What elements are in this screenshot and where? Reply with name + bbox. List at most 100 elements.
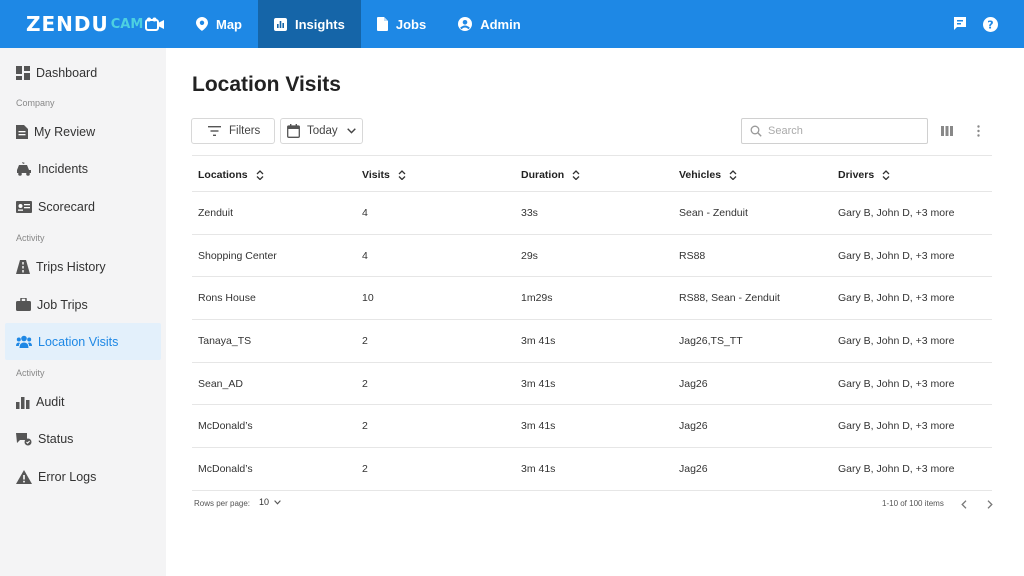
sort-icon (882, 169, 890, 180)
warning-icon (16, 469, 32, 484)
more-options-button[interactable] (972, 124, 984, 138)
sidebar-item-job-trips[interactable]: Job Trips (5, 286, 161, 323)
sidebar-item-status[interactable]: Status (5, 420, 161, 457)
cell-drivers: Gary B, John D, +3 more (838, 377, 955, 390)
cell-vehicles: RS88 (679, 249, 706, 262)
bar-chart-icon (16, 396, 30, 409)
user-circle-icon (458, 17, 473, 31)
cell-drivers: Gary B, John D, +3 more (838, 249, 955, 262)
nav-jobs[interactable]: Jobs (361, 0, 442, 48)
column-header-label: Locations (198, 168, 248, 181)
document-icon (376, 17, 388, 31)
sidebar-section-company: Company (16, 98, 55, 108)
column-header-visits[interactable]: Visits (362, 156, 406, 193)
column-header-label: Visits (362, 168, 390, 181)
flag-icon[interactable] (953, 17, 967, 31)
sidebar-item-dashboard[interactable]: Dashboard (5, 54, 161, 91)
sidebar-item-label: Incidents (38, 161, 89, 176)
sidebar-item-label: My Review (34, 124, 96, 139)
logo-text: ZENDU (26, 12, 109, 36)
cell-vehicles: Jag26 (679, 377, 708, 390)
table-row[interactable]: McDonald’s 2 3m 41s Jag26 Gary B, John D… (192, 448, 992, 491)
search-box (741, 118, 928, 144)
pagination-range: 1-10 of 100 items (882, 499, 944, 508)
table-row[interactable]: Rons House 10 1m29s RS88, Sean - Zenduit… (192, 277, 992, 321)
columns-icon (941, 126, 953, 136)
cell-visits: 2 (362, 420, 368, 433)
table-header: Locations Visits Duration Vehicles Drive… (192, 155, 992, 192)
column-header-vehicles[interactable]: Vehicles (679, 156, 737, 193)
column-header-label: Duration (521, 168, 565, 181)
sidebar-item-label: Status (38, 431, 74, 446)
table-row[interactable]: Shopping Center 4 29s RS88 Gary B, John … (192, 235, 992, 278)
sidebar-item-my-review[interactable]: My Review (5, 113, 161, 150)
date-range-select[interactable]: Today (280, 118, 363, 144)
more-vertical-icon (976, 125, 980, 137)
sidebar-item-label: Error Logs (38, 469, 97, 484)
cell-location: Shopping Center (198, 249, 277, 262)
column-header-label: Vehicles (679, 168, 722, 181)
sidebar-section-activity: Activity (16, 233, 45, 243)
sidebar-item-scorecard[interactable]: Scorecard (5, 188, 161, 225)
cell-vehicles: Jag26 (679, 420, 708, 433)
sidebar-item-error-logs[interactable]: Error Logs (5, 458, 161, 495)
sidebar-item-label: Location Visits (38, 334, 119, 349)
sidebar-item-incidents[interactable]: Incidents (5, 150, 161, 187)
sidebar-item-trips-history[interactable]: Trips History (5, 248, 161, 285)
nav-admin-label: Admin (480, 16, 521, 32)
previous-page-button[interactable] (956, 496, 972, 512)
nav-insights[interactable]: Insights (258, 0, 361, 48)
filters-label: Filters (229, 125, 261, 137)
briefcase-icon (16, 298, 31, 311)
cell-drivers: Gary B, John D, +3 more (838, 463, 955, 476)
table-row[interactable]: McDonald’s 2 3m 41s Jag26 Gary B, John D… (192, 405, 992, 449)
incident-icon (17, 161, 31, 176)
sort-icon (729, 169, 737, 180)
chevron-down-icon (346, 128, 356, 134)
nav-jobs-label: Jobs (395, 16, 427, 32)
column-header-locations[interactable]: Locations (198, 156, 264, 193)
filters-button[interactable]: Filters (191, 118, 275, 144)
sidebar-item-audit[interactable]: Audit (5, 383, 161, 420)
status-icon (16, 432, 32, 445)
nav-insights-label: Insights (295, 16, 345, 32)
main-nav: Map Insights Jobs Admin (180, 0, 537, 48)
help-icon[interactable]: ? (983, 16, 998, 32)
sidebar-item-location-visits[interactable]: Location Visits (5, 323, 161, 360)
cell-duration: 3m 41s (521, 463, 556, 476)
chevron-down-icon (274, 499, 281, 505)
sidebar-item-label: Dashboard (36, 65, 98, 80)
column-settings-button[interactable] (938, 124, 956, 138)
cell-drivers: Gary B, John D, +3 more (838, 420, 955, 433)
cell-vehicles: RS88, Sean - Zenduit (679, 292, 780, 305)
nav-map[interactable]: Map (180, 0, 258, 48)
calendar-icon (287, 124, 300, 138)
zenducam-logo[interactable]: ZENDU CAM (26, 12, 165, 36)
cell-duration: 3m 41s (521, 420, 556, 433)
nav-admin[interactable]: Admin (442, 0, 536, 48)
dashboard-icon (16, 65, 30, 80)
table-row[interactable]: Sean_AD 2 3m 41s Jag26 Gary B, John D, +… (192, 363, 992, 406)
review-icon (16, 124, 28, 139)
location-visits-table: Locations Visits Duration Vehicles Drive… (192, 155, 992, 491)
cell-location: Zenduit (198, 207, 234, 219)
table-row[interactable]: Tanaya_TS 2 3m 41s Jag26,TS_TT Gary B, J… (192, 320, 992, 363)
search-input[interactable] (768, 125, 918, 137)
rows-per-page-select[interactable]: 10 (259, 497, 281, 507)
page-title: Location Visits (192, 73, 341, 96)
column-header-duration[interactable]: Duration (521, 156, 580, 193)
cell-duration: 29s (521, 249, 538, 262)
table-row[interactable]: Zenduit 4 33s Sean - Zenduit Gary B, Joh… (192, 192, 992, 235)
column-header-label: Drivers (838, 168, 875, 181)
column-header-drivers[interactable]: Drivers (838, 156, 890, 193)
cell-visits: 4 (362, 207, 368, 219)
next-page-button[interactable] (982, 496, 998, 512)
logo-sub-text: CAM (110, 16, 144, 32)
cell-vehicles: Sean - Zenduit (679, 207, 748, 219)
camera-icon (145, 17, 165, 31)
sort-icon (256, 169, 264, 180)
map-pin-icon (196, 17, 208, 31)
cell-visits: 2 (362, 463, 368, 476)
sidebar-item-label: Audit (36, 394, 65, 409)
rows-per-page-label: Rows per page: (194, 499, 251, 508)
